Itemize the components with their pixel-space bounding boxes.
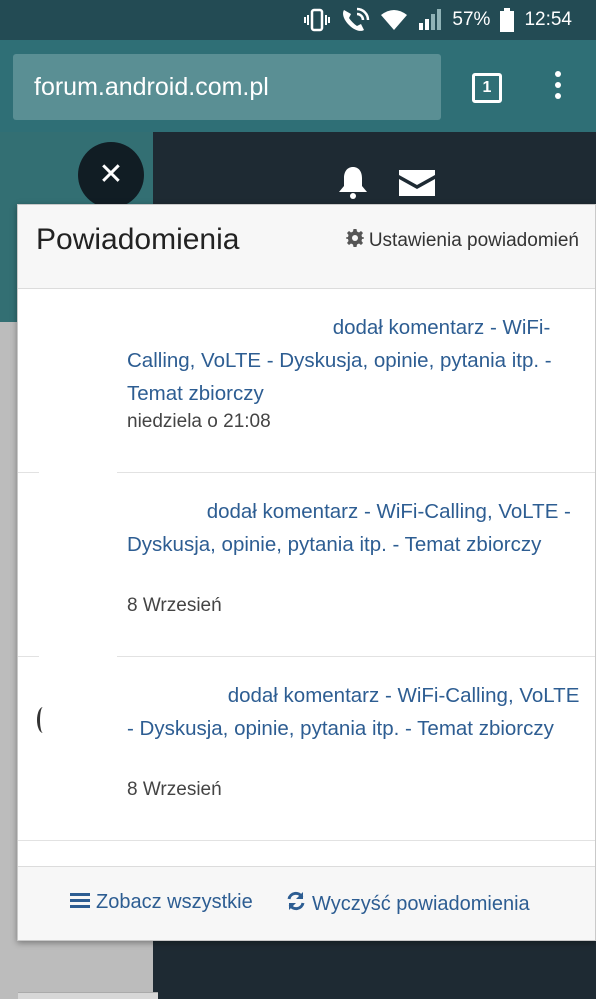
clear-notifications-label: Wyczyść powiadomienia	[312, 892, 530, 915]
close-button[interactable]: ✕	[78, 142, 144, 208]
clock: 12:54	[524, 9, 572, 30]
view-all-label: Zobacz wszystkie	[96, 891, 253, 913]
vibrate-icon	[304, 8, 331, 32]
redaction-block	[39, 310, 117, 782]
gear-icon	[345, 229, 364, 253]
list-icon	[70, 891, 90, 914]
menu-dot	[555, 93, 561, 99]
redacted-username	[127, 682, 222, 702]
overflow-menu-button[interactable]	[552, 71, 564, 105]
notification-settings-label: Ustawienia powiadomień	[368, 230, 579, 251]
panel-title: Powiadomienia	[36, 223, 240, 256]
redacted-username	[127, 498, 201, 518]
status-bar: 57% 12:54	[0, 0, 596, 40]
notification-time: 8 Wrzesień	[127, 595, 222, 616]
wifi-calling-icon	[340, 7, 370, 33]
refresh-icon	[286, 891, 306, 917]
page-content-edge	[18, 992, 158, 999]
clear-notifications-link[interactable]: Wyczyść powiadomienia	[286, 891, 530, 917]
status-icons: 57% 12:54	[304, 6, 572, 34]
bell-icon[interactable]	[336, 165, 370, 204]
notification-time: niedziela o 21:08	[127, 411, 271, 432]
tab-switcher-button[interactable]: 1	[472, 73, 502, 103]
notifications-panel: Powiadomienia Ustawienia powiadomień dod…	[17, 204, 596, 941]
battery-percent: 57%	[452, 9, 491, 30]
avatar-edge	[37, 707, 49, 733]
panel-footer: Zobacz wszystkie Wyczyść powiadomienia	[18, 866, 595, 940]
browser-toolbar: forum.android.com.pl 1	[0, 40, 596, 132]
notification-settings-link[interactable]: Ustawienia powiadomień	[345, 229, 579, 253]
menu-dot	[555, 71, 561, 77]
view-all-link[interactable]: Zobacz wszystkie	[70, 891, 253, 914]
signal-icon	[418, 9, 442, 31]
panel-header: Powiadomienia Ustawienia powiadomień	[18, 205, 595, 289]
notification-text[interactable]: dodał komentarz - WiFi-Calling, VoLTE - …	[127, 679, 587, 745]
notification-text[interactable]: dodał komentarz - WiFi-Calling, VoLTE - …	[127, 495, 587, 561]
envelope-icon[interactable]	[399, 170, 435, 201]
redaction-block	[116, 297, 328, 343]
battery-icon	[500, 8, 515, 32]
url-bar[interactable]: forum.android.com.pl	[13, 54, 441, 120]
notification-time: 8 Wrzesień	[127, 779, 222, 800]
wifi-icon	[380, 9, 408, 31]
menu-dot	[555, 82, 561, 88]
